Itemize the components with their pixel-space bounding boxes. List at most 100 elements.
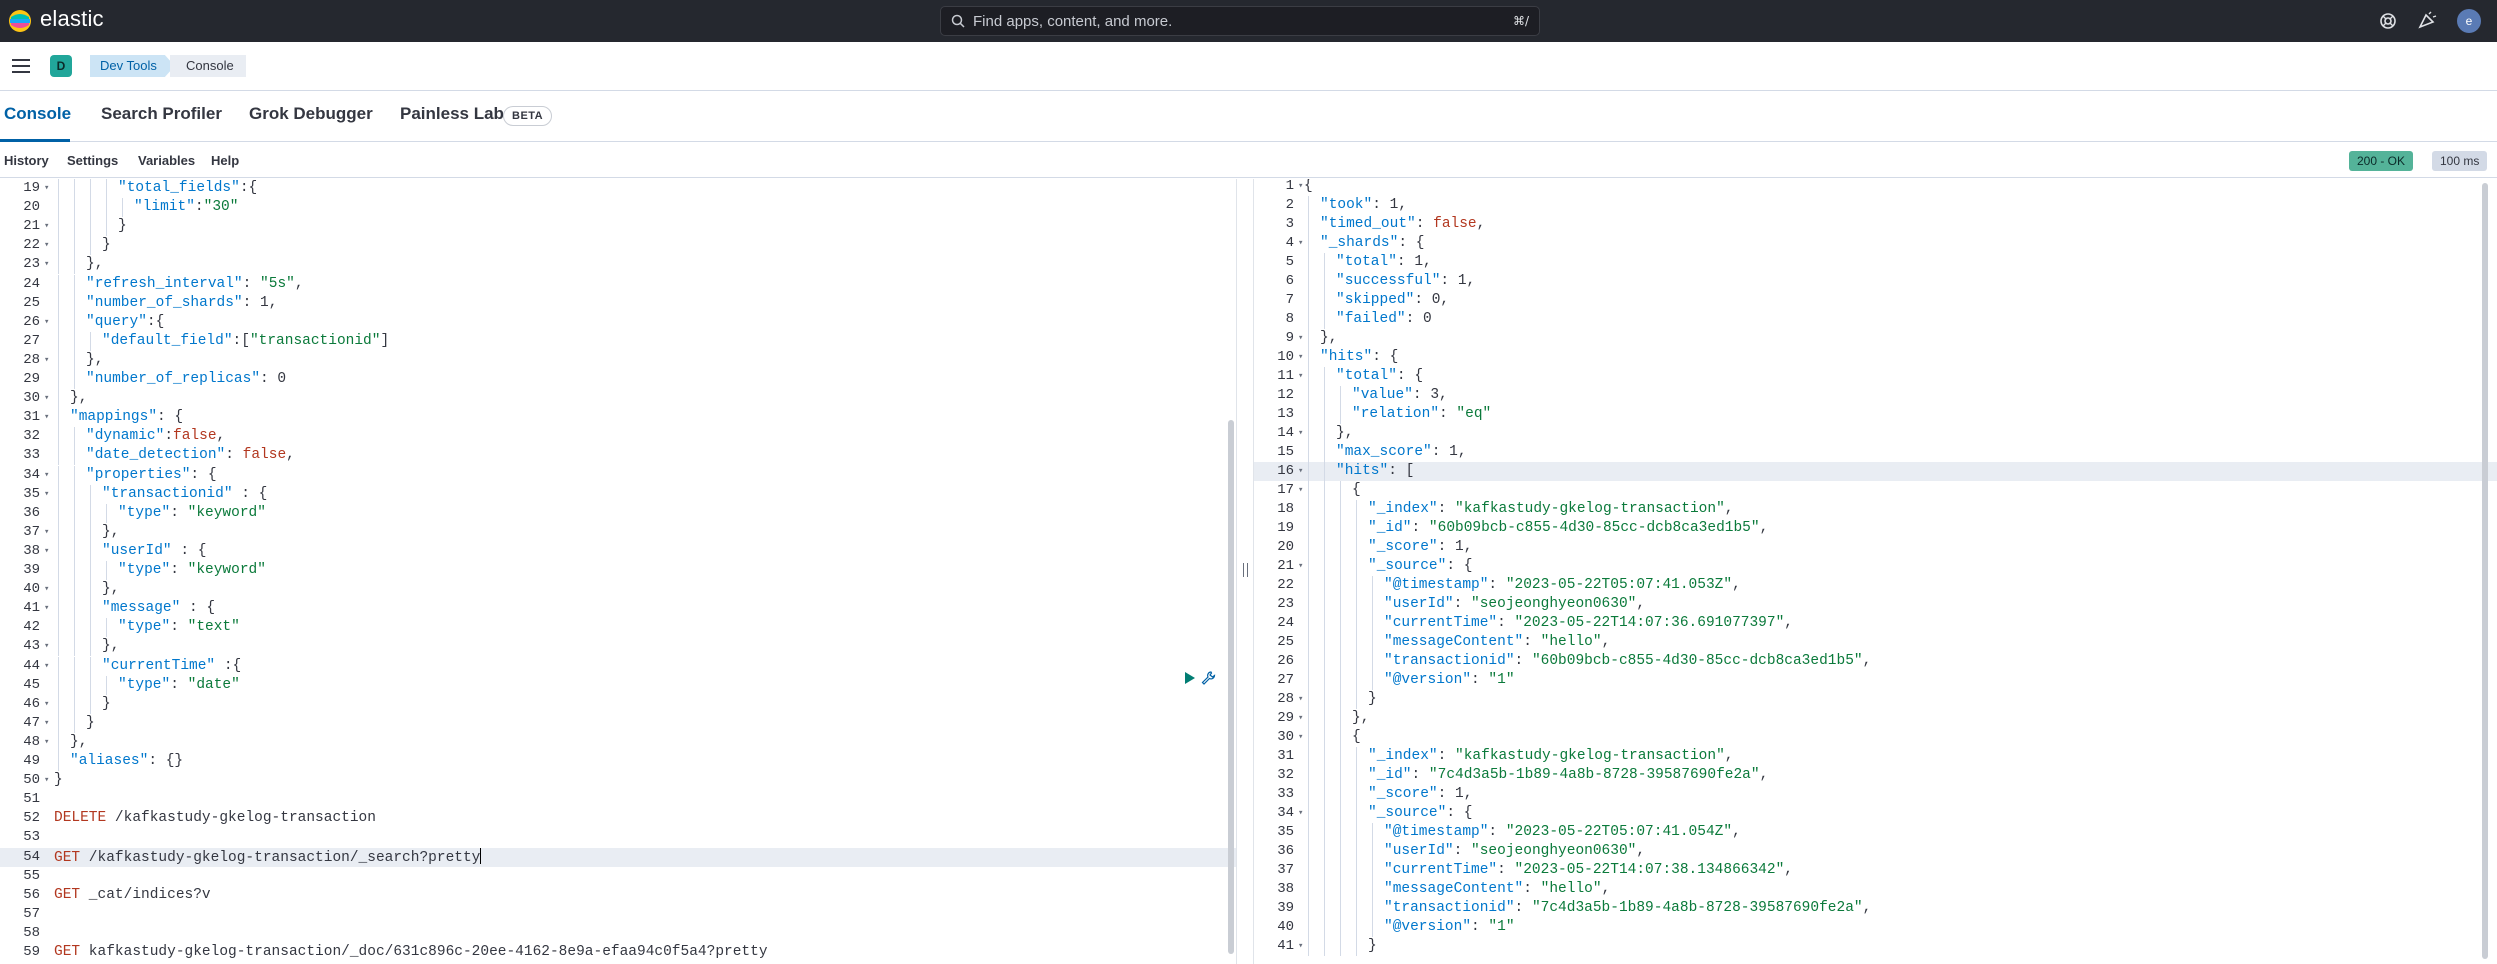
code-line[interactable]: 31 "_index": "kafkastudy-gkelog-transacti… <box>1254 747 2497 766</box>
fold-toggle-icon[interactable]: ▾ <box>44 542 49 561</box>
fold-toggle-icon[interactable]: ▾ <box>1298 329 1303 348</box>
code-line[interactable]: 51 <box>0 790 1236 809</box>
code-line[interactable]: 16 ▾ "hits": [ <box>1254 462 2497 481</box>
fold-toggle-icon[interactable]: ▾ <box>44 733 49 752</box>
code-line[interactable]: 32 "_id": "7c4d3a5b-1b89-4a8b-8728-395876… <box>1254 766 2497 785</box>
tab-painless-lab[interactable]: Painless Lab <box>400 104 504 124</box>
code-line[interactable]: 45 "type": "date" <box>0 675 1236 695</box>
global-search-input[interactable]: Find apps, content, and more. ⌘/ <box>940 6 1540 36</box>
fold-toggle-icon[interactable]: ▾ <box>44 408 49 427</box>
pane-resizer[interactable] <box>1236 179 1254 964</box>
code-line[interactable]: 23 ▾}, <box>0 255 1236 275</box>
code-line[interactable]: 50 ▾} <box>0 771 1236 790</box>
brand-name[interactable]: elastic <box>40 6 104 32</box>
code-line[interactable]: 31 ▾ "mappings": { <box>0 408 1236 428</box>
code-line[interactable]: 54 GET /kafkastudy-gkelog-transaction/_se… <box>0 847 1236 867</box>
code-line[interactable]: 39 "transactionid": "7c4d3a5b-1b89-4a8b-8… <box>1254 899 2497 918</box>
code-line[interactable]: 4 ▾ "_shards": { <box>1254 234 2497 253</box>
code-line[interactable]: 36 "userId": "seojeonghyeon0630", <box>1254 842 2497 861</box>
user-avatar[interactable]: e <box>2457 9 2481 33</box>
code-line[interactable]: 38 ▾ "userId" : { <box>0 541 1236 561</box>
fold-toggle-icon[interactable]: ▾ <box>44 771 49 790</box>
fold-toggle-icon[interactable]: ▾ <box>1298 348 1303 367</box>
code-line[interactable]: 10 ▾ "hits": { <box>1254 348 2497 367</box>
code-line[interactable]: 35 "@timestamp": "2023-05-22T05:07:41.054… <box>1254 823 2497 842</box>
code-line[interactable]: 9 ▾}, <box>1254 329 2497 348</box>
code-line[interactable]: 3 "timed_out": false, <box>1254 215 2497 234</box>
code-line[interactable]: 57 <box>0 905 1236 924</box>
code-line[interactable]: 2 "took": 1, <box>1254 196 2497 215</box>
code-line[interactable]: 30 ▾ { <box>1254 728 2497 747</box>
code-line[interactable]: 38 "messageContent": "hello", <box>1254 880 2497 899</box>
code-line[interactable]: 34 ▾ "_source": { <box>1254 804 2497 823</box>
response-viewer[interactable]: 1 ▾{2 "took": 1, 3 "timed_out": false, 4 ▾ "_sh… <box>1254 179 2497 964</box>
code-line[interactable]: 19 "_id": "60b09bcb-c855-4d30-85cc-dcb8ca… <box>1254 519 2497 538</box>
code-line[interactable]: 58 <box>0 924 1236 943</box>
code-line[interactable]: 33 "_score": 1, <box>1254 785 2497 804</box>
code-line[interactable]: 40 "@version": "1" <box>1254 918 2497 937</box>
code-line[interactable]: 29 "number_of_replicas": 0 <box>0 370 1236 389</box>
fold-toggle-icon[interactable]: ▾ <box>44 523 49 542</box>
code-line[interactable]: 59 GET kafkastudy-gkelog-transaction/_doc… <box>0 943 1236 962</box>
response-scrollbar[interactable] <box>2482 183 2488 959</box>
menu-history[interactable]: History <box>4 153 49 168</box>
fold-toggle-icon[interactable]: ▾ <box>44 599 49 618</box>
code-line[interactable]: 39 "type": "keyword" <box>0 561 1236 580</box>
code-line[interactable]: 14 ▾}, <box>1254 424 2497 443</box>
menu-settings[interactable]: Settings <box>67 153 118 168</box>
fold-toggle-icon[interactable]: ▾ <box>1298 424 1303 443</box>
request-editor[interactable]: 19 ▾ "total_fields":{20 "limit":"30" 21 ▾} 22 ▾… <box>0 179 1236 964</box>
code-line[interactable]: 46 ▾} <box>0 694 1236 714</box>
code-line[interactable]: 47 ▾} <box>0 713 1236 733</box>
code-line[interactable]: 24 "refresh_interval": "5s", <box>0 274 1236 294</box>
code-line[interactable]: 52 DELETE /kafkastudy-gkelog-transaction <box>0 809 1236 828</box>
code-line[interactable]: 1 ▾{ <box>1254 179 2497 196</box>
code-line[interactable]: 20 "_score": 1, <box>1254 538 2497 557</box>
fold-toggle-icon[interactable]: ▾ <box>44 485 49 504</box>
code-line[interactable]: 33 "date_detection": false, <box>0 446 1236 466</box>
menu-toggle-icon[interactable] <box>12 59 30 73</box>
code-line[interactable]: 5 "total": 1, <box>1254 253 2497 272</box>
code-line[interactable]: 32 "dynamic":false, <box>0 427 1236 447</box>
code-line[interactable]: 23 "userId": "seojeonghyeon0630", <box>1254 595 2497 614</box>
fold-toggle-icon[interactable]: ▾ <box>1298 481 1303 500</box>
fold-toggle-icon[interactable]: ▾ <box>44 466 49 485</box>
fold-toggle-icon[interactable]: ▾ <box>44 179 49 198</box>
fold-toggle-icon[interactable]: ▾ <box>44 580 49 599</box>
code-line[interactable]: 12 "value": 3, <box>1254 386 2497 405</box>
code-line[interactable]: 18 "_index": "kafkastudy-gkelog-transacti… <box>1254 500 2497 519</box>
fold-toggle-icon[interactable]: ▾ <box>44 217 49 236</box>
fold-toggle-icon[interactable]: ▾ <box>1298 937 1303 956</box>
fold-toggle-icon[interactable]: ▾ <box>44 714 49 733</box>
fold-toggle-icon[interactable]: ▾ <box>1298 462 1303 481</box>
code-line[interactable]: 48 ▾}, <box>0 732 1236 752</box>
code-line[interactable]: 34 ▾ "properties": { <box>0 465 1236 485</box>
code-line[interactable]: 25 "number_of_shards": 1, <box>0 293 1236 313</box>
code-line[interactable]: 6 "successful": 1, <box>1254 272 2497 291</box>
help-icon[interactable] <box>2377 10 2399 32</box>
code-line[interactable]: 21 ▾ "_source": { <box>1254 557 2497 576</box>
code-line[interactable]: 56 GET _cat/indices?v <box>0 886 1236 905</box>
code-line[interactable]: 24 "currentTime": "2023-05-22T14:07:36.69… <box>1254 614 2497 633</box>
code-line[interactable]: 21 ▾} <box>0 217 1236 237</box>
fold-toggle-icon[interactable]: ▾ <box>1298 557 1303 576</box>
code-line[interactable]: 27 "@version": "1" <box>1254 671 2497 690</box>
code-line[interactable]: 55 <box>0 867 1236 886</box>
fold-toggle-icon[interactable]: ▾ <box>44 637 49 656</box>
code-line[interactable]: 22 ▾} <box>0 236 1236 256</box>
code-line[interactable]: 26 "transactionid": "60b09bcb-c855-4d30-8… <box>1254 652 2497 671</box>
fold-toggle-icon[interactable]: ▾ <box>1298 728 1303 747</box>
fold-toggle-icon[interactable]: ▾ <box>44 313 49 332</box>
breadcrumb-dev-tools[interactable]: Dev Tools <box>90 55 175 77</box>
elastic-logo-icon[interactable] <box>8 9 32 33</box>
menu-variables[interactable]: Variables <box>138 153 195 168</box>
code-line[interactable]: 28 ▾} <box>1254 690 2497 709</box>
code-line[interactable]: 19 ▾ "total_fields":{ <box>0 179 1236 198</box>
code-line[interactable]: 36 "type": "keyword" <box>0 503 1236 523</box>
code-line[interactable]: 30 ▾}, <box>0 389 1236 409</box>
fold-toggle-icon[interactable]: ▾ <box>1298 179 1303 196</box>
fold-toggle-icon[interactable]: ▾ <box>44 351 49 370</box>
fold-toggle-icon[interactable]: ▾ <box>1298 804 1303 823</box>
code-line[interactable]: 15 "max_score": 1, <box>1254 443 2497 462</box>
tab-grok-debugger[interactable]: Grok Debugger <box>249 104 373 124</box>
